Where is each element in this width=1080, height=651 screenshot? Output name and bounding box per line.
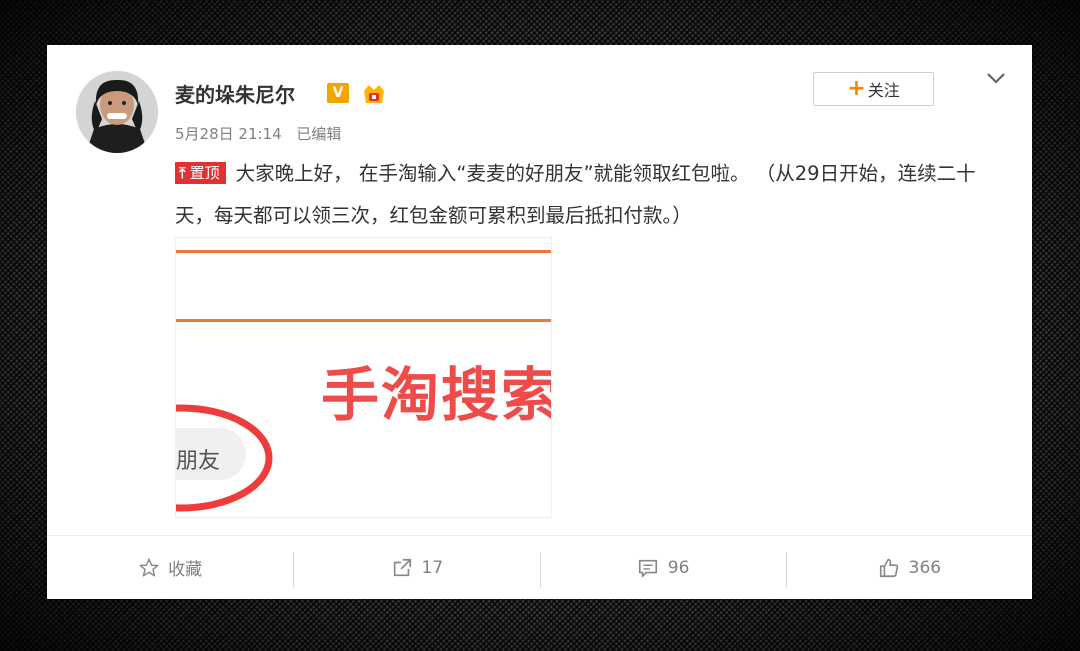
pin-icon: ⤒ [179,164,186,182]
thumbs-up-icon [879,558,898,577]
weibo-post-card: 麦的垛朱尼尔 V 5月28日 21:14 已编辑 + 关注 ⤒ 置顶 大家晚上好， … [47,45,1032,599]
follow-button[interactable]: + 关注 [813,72,934,106]
username[interactable]: 麦的垛朱尼尔 [175,79,295,108]
share-icon [393,558,411,576]
red-circle-annotation [176,404,273,512]
image-divider [176,250,551,253]
avatar[interactable] [76,71,158,153]
pinned-label: 置顶 [189,164,220,182]
repost-button[interactable]: 17 [293,536,539,599]
vip-crown-icon[interactable] [360,79,388,107]
post-image[interactable]: 手淘搜索 朋友 [175,237,552,518]
post-timestamp[interactable]: 5月28日 21:14 [175,125,282,143]
plus-icon: + [847,76,866,101]
favorite-label: 收藏 [168,560,203,580]
image-divider [176,319,551,322]
verified-badge-icon: V [327,83,349,103]
like-button[interactable]: 366 [785,536,1032,599]
post-meta: 5月28日 21:14 已编辑 [175,123,351,144]
favorite-button[interactable]: 收藏 [47,536,293,599]
chevron-down-icon[interactable] [985,70,1007,86]
follow-label: 关注 [867,81,900,100]
repost-count: 17 [421,557,444,578]
post-content: ⤒ 置顶 大家晚上好， 在手淘输入“麦麦的好朋友”就能领取红包啦。 （从29日开始，… [175,153,1005,237]
like-count: 366 [908,557,942,578]
action-bar: 收藏 17 96 366 [47,535,1032,599]
pinned-badge: ⤒ 置顶 [175,162,226,184]
edited-label: 已编辑 [296,125,342,143]
comment-icon [638,559,657,577]
comment-button[interactable]: 96 [539,536,786,599]
image-headline: 手淘搜索 [321,361,552,429]
star-icon [139,558,159,577]
post-text: 大家晚上好， 在手淘输入“麦麦的好朋友”就能领取红包啦。 （从29日开始，连续二… [175,162,976,227]
comment-count: 96 [667,557,690,578]
